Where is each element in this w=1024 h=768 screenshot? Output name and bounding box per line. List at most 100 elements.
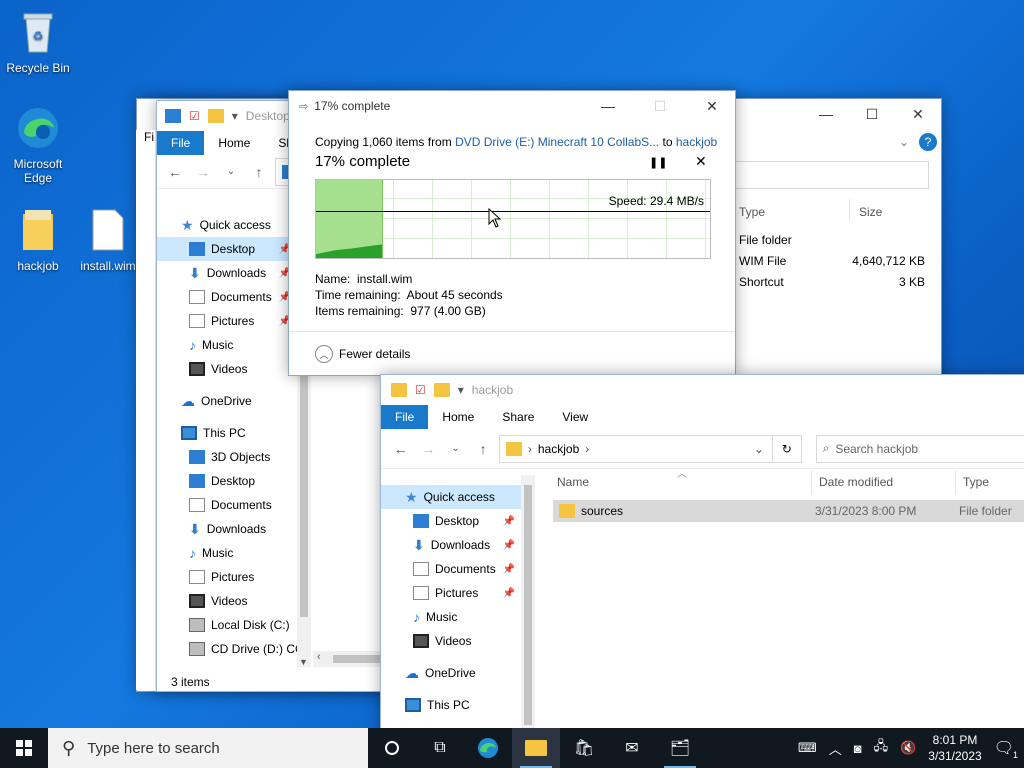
- copy-progress-dialog[interactable]: ⇨ 17% complete — ☐ ✕ Copying 1,060 items…: [288, 90, 736, 376]
- sidebar-item[interactable]: Local Disk (C:): [157, 613, 297, 637]
- column-header-name[interactable]: Name: [557, 475, 589, 489]
- fewer-details-button[interactable]: ︿ Fewer details: [315, 345, 410, 363]
- sidebar-item[interactable]: ⬇ Downloads 📌: [381, 533, 521, 557]
- up-button[interactable]: ↑: [247, 164, 271, 180]
- sidebar-item[interactable]: Documents 📌: [381, 557, 521, 581]
- sidebar-item[interactable]: 3D Objects: [157, 445, 297, 469]
- scroll-left-arrow[interactable]: ‹: [317, 651, 321, 663]
- column-header-date[interactable]: Date modified: [819, 475, 893, 489]
- expand-ribbon-icon[interactable]: ⌄: [899, 135, 909, 149]
- list-item[interactable]: Shortcut 3 KB: [739, 275, 939, 289]
- notification-button[interactable]: 🗨 1: [994, 738, 1018, 760]
- desktop-icon-edge[interactable]: Microsoft Edge: [0, 106, 76, 185]
- sidebar-item[interactable]: This PC: [157, 421, 297, 445]
- tab-view[interactable]: View: [548, 405, 602, 429]
- sidebar-item[interactable]: Videos: [381, 629, 521, 653]
- sidebar-item[interactable]: ☁ OneDrive: [381, 661, 521, 685]
- table-row[interactable]: sources 3/31/2023 8:00 PM File folder: [553, 500, 1024, 522]
- sidebar-item[interactable]: ♪ Music: [381, 605, 521, 629]
- taskbar-edge[interactable]: [464, 728, 512, 768]
- sidebar-item[interactable]: ♪ Music: [157, 333, 297, 357]
- minimize-button[interactable]: —: [803, 99, 849, 129]
- sidebar-item[interactable]: ⬇ Downloads 📌: [157, 261, 297, 285]
- maximize-button[interactable]: ☐: [849, 99, 895, 129]
- taskbar-search-input[interactable]: Type here to search: [87, 740, 220, 757]
- folder-icon[interactable]: [433, 383, 450, 397]
- sidebar-item[interactable]: Pictures 📌: [381, 581, 521, 605]
- folder-icon[interactable]: [207, 109, 224, 123]
- chevron-down-icon[interactable]: ▾: [458, 383, 464, 397]
- clock[interactable]: 8:01 PM 3/31/2023: [928, 732, 981, 764]
- sidebar-item[interactable]: Pictures 📌: [157, 309, 297, 333]
- sidebar-item[interactable]: ★ Quick access: [157, 213, 297, 237]
- scroll-down-arrow[interactable]: ▼: [299, 657, 308, 667]
- source-link[interactable]: DVD Drive (E:) Minecraft 10 CollabS...: [455, 135, 659, 149]
- sidebar-item[interactable]: Desktop 📌: [381, 509, 521, 533]
- address-dropdown-icon[interactable]: ⌄: [754, 442, 764, 456]
- forward-button[interactable]: →: [191, 164, 215, 180]
- meet-now-icon[interactable]: ◙: [854, 741, 862, 756]
- maximize-button[interactable]: ☐: [637, 91, 683, 121]
- pause-icon[interactable]: ❚❚: [649, 156, 667, 169]
- search-box[interactable]: [729, 161, 929, 189]
- taskbar-mail[interactable]: ✉: [608, 728, 656, 768]
- sidebar-item[interactable]: ★ Quick access: [381, 485, 521, 509]
- destination-link[interactable]: hackjob: [676, 135, 717, 149]
- forward-button[interactable]: →: [416, 441, 439, 457]
- check-icon[interactable]: ☑: [189, 109, 200, 123]
- check-icon[interactable]: ☑: [415, 383, 426, 397]
- sidebar-item[interactable]: ♪ Music: [157, 541, 297, 565]
- sidebar-item[interactable]: ⬇ Downloads: [157, 517, 297, 541]
- taskbar-file-explorer[interactable]: [512, 728, 560, 768]
- search-input[interactable]: Search hackjob: [835, 442, 918, 456]
- close-button[interactable]: ✕: [895, 99, 941, 129]
- sidebar-item[interactable]: CD Drive (D:) CC: [157, 637, 304, 661]
- task-view-button[interactable]: ⧉: [416, 728, 464, 768]
- close-icon[interactable]: ✕: [695, 153, 707, 170]
- sidebar-item[interactable]: This PC: [381, 693, 521, 717]
- list-item[interactable]: WIM File 4,640,712 KB: [739, 254, 939, 268]
- sidebar-item[interactable]: Pictures: [157, 565, 297, 589]
- tab-home[interactable]: Home: [428, 405, 488, 429]
- recent-locations-button[interactable]: ⌄: [444, 443, 467, 454]
- column-header-type[interactable]: Type: [739, 205, 765, 219]
- horizontal-scrollbar[interactable]: ‹: [313, 651, 385, 667]
- close-button[interactable]: ✕: [689, 91, 735, 121]
- desktop-icon-install-wim[interactable]: install.wim: [78, 208, 138, 273]
- sidebar-item[interactable]: Desktop: [157, 469, 297, 493]
- tab-home[interactable]: Home: [204, 131, 264, 155]
- taskbar-store[interactable]: 🛍: [560, 728, 608, 768]
- vertical-scrollbar[interactable]: [521, 475, 535, 733]
- column-header-type[interactable]: Type: [963, 475, 989, 489]
- up-button[interactable]: ↑: [471, 441, 494, 457]
- sidebar-item[interactable]: Documents: [157, 493, 297, 517]
- sidebar-item[interactable]: Documents 📌: [157, 285, 297, 309]
- title-bar[interactable]: ⇨ 17% complete — ☐ ✕: [289, 91, 735, 121]
- desktop-icon-hackjob[interactable]: hackjob: [0, 208, 76, 273]
- search-box[interactable]: ⌕ Search hackjob: [815, 434, 1024, 463]
- back-button[interactable]: ←: [389, 441, 412, 457]
- sidebar-item[interactable]: Videos: [157, 589, 297, 613]
- tab-file[interactable]: File: [157, 131, 205, 155]
- address-bar[interactable]: › hackjob › ⌄: [498, 434, 773, 463]
- breadcrumb-hackjob[interactable]: hackjob: [538, 442, 579, 456]
- help-icon[interactable]: ?: [919, 133, 937, 151]
- back-window-file-tab[interactable]: Fi: [144, 130, 154, 144]
- sidebar-item[interactable]: Videos: [157, 357, 297, 381]
- sidebar-item[interactable]: Desktop 📌: [157, 237, 297, 261]
- chevron-down-icon[interactable]: ▾: [232, 109, 238, 123]
- scrollbar-thumb[interactable]: [524, 485, 532, 725]
- start-button[interactable]: [0, 728, 48, 768]
- title-bar[interactable]: ☑ ▾ hackjob: [381, 375, 1024, 405]
- list-item[interactable]: File folder: [739, 233, 939, 247]
- back-button[interactable]: ←: [163, 164, 187, 180]
- sidebar-item[interactable]: ☁ OneDrive: [157, 389, 297, 413]
- taskbar-copy-app[interactable]: 🗂: [656, 728, 704, 768]
- tab-share[interactable]: Share: [488, 405, 548, 429]
- column-header-size[interactable]: Size: [859, 205, 882, 219]
- refresh-button[interactable]: ↻: [771, 434, 802, 463]
- cortana-button[interactable]: [368, 728, 416, 768]
- scrollbar-thumb[interactable]: [333, 655, 385, 663]
- network-icon[interactable]: 🖧: [874, 737, 889, 759]
- volume-muted-icon[interactable]: 🔇: [900, 740, 916, 756]
